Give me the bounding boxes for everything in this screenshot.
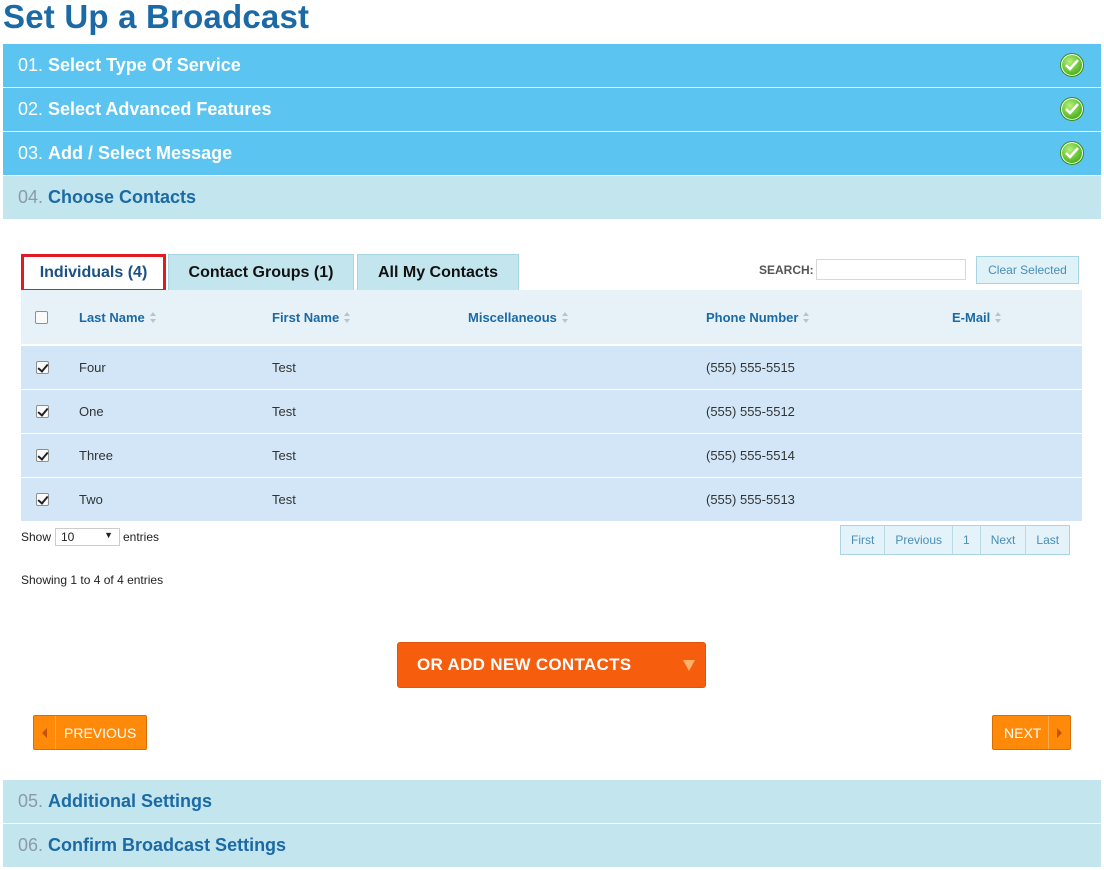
table-header: Last Name First Name Miscellaneous Phone… <box>21 290 1082 346</box>
select-value: 10 <box>61 530 75 544</box>
table-row[interactable]: Three Test (555) 555-5514 <box>21 434 1082 478</box>
contacts-table: Last Name First Name Miscellaneous Phone… <box>21 290 1082 522</box>
cell-last-name: Four <box>79 360 106 375</box>
step-2-header[interactable]: 02. Select Advanced Features <box>3 88 1101 131</box>
step-label: Additional Settings <box>48 791 213 811</box>
step-number: 02. <box>18 99 44 119</box>
sort-icon <box>561 312 569 323</box>
step-label: Add / Select Message <box>48 143 233 163</box>
button-label: OR ADD NEW CONTACTS <box>417 655 632 674</box>
cell-phone: (555) 555-5513 <box>706 492 795 507</box>
select-all-checkbox[interactable] <box>35 311 48 324</box>
table-row[interactable]: Four Test (555) 555-5515 <box>21 346 1082 390</box>
page-previous-button[interactable]: Previous <box>885 526 954 554</box>
clear-selected-button[interactable]: Clear Selected <box>976 256 1079 284</box>
column-phone-number[interactable]: Phone Number <box>706 310 810 325</box>
tab-contact-groups[interactable]: Contact Groups (1) <box>168 254 354 291</box>
column-miscellaneous[interactable]: Miscellaneous <box>468 310 569 325</box>
column-label: Phone Number <box>706 310 799 325</box>
check-icon <box>1060 141 1084 165</box>
step-label: Select Type Of Service <box>48 55 241 75</box>
next-button[interactable]: NEXT <box>992 715 1071 750</box>
column-label: Miscellaneous <box>468 310 557 325</box>
step-3-header[interactable]: 03. Add / Select Message <box>3 132 1101 175</box>
table-row[interactable]: One Test (555) 555-5512 <box>21 390 1082 434</box>
sort-icon <box>995 312 1002 323</box>
pagination: First Previous 1 Next Last <box>840 525 1071 555</box>
cell-first-name: Test <box>272 360 296 375</box>
dropdown-arrow-icon: ▼ <box>104 530 113 540</box>
check-icon <box>1060 53 1084 77</box>
cell-first-name: Test <box>272 448 296 463</box>
sort-icon <box>803 312 810 323</box>
step-label: Select Advanced Features <box>48 99 272 119</box>
tab-all-my-contacts[interactable]: All My Contacts <box>357 254 519 291</box>
column-last-name[interactable]: Last Name <box>79 310 157 325</box>
cell-last-name: One <box>79 404 104 419</box>
sort-icon <box>344 312 351 323</box>
step-6-header[interactable]: 06. Confirm Broadcast Settings <box>3 824 1101 867</box>
column-label: E-Mail <box>952 310 991 325</box>
step-4-header[interactable]: 04. Choose Contacts <box>3 176 1101 219</box>
row-checkbox[interactable] <box>36 449 49 462</box>
sort-icon <box>149 312 157 323</box>
step-number: 03. <box>18 143 44 163</box>
button-label: NEXT <box>1004 724 1042 741</box>
row-checkbox[interactable] <box>36 405 49 418</box>
step-number: 06. <box>18 835 44 855</box>
button-label: PREVIOUS <box>64 724 137 741</box>
page-title: Set Up a Broadcast <box>3 0 310 35</box>
page-next-button[interactable]: Next <box>981 526 1027 554</box>
step-5-header[interactable]: 05. Additional Settings <box>3 780 1101 823</box>
column-label: First Name <box>272 310 340 325</box>
search-label: SEARCH: <box>759 263 814 277</box>
dropdown-arrow-icon <box>683 660 695 671</box>
row-checkbox[interactable] <box>36 361 49 374</box>
cell-first-name: Test <box>272 492 296 507</box>
search-input[interactable] <box>816 259 966 280</box>
add-new-contacts-button[interactable]: OR ADD NEW CONTACTS <box>397 642 706 688</box>
cell-phone: (555) 555-5514 <box>706 448 795 463</box>
cell-last-name: Three <box>79 448 113 463</box>
cell-phone: (555) 555-5512 <box>706 404 795 419</box>
column-email[interactable]: E-Mail <box>952 310 1002 325</box>
step-number: 04. <box>18 187 44 207</box>
entries-label: entries <box>123 530 160 544</box>
page-number-button[interactable]: 1 <box>953 526 981 554</box>
caret-right-icon <box>1048 716 1070 749</box>
entries-per-page-select[interactable]: 10 ▼ <box>55 528 120 546</box>
page-last-button[interactable]: Last <box>1026 526 1069 554</box>
cell-last-name: Two <box>79 492 103 507</box>
row-checkbox[interactable] <box>36 493 49 506</box>
step-1-header[interactable]: 01. Select Type Of Service <box>3 44 1101 87</box>
cell-phone: (555) 555-5515 <box>706 360 795 375</box>
step-number: 01. <box>18 55 44 75</box>
check-icon <box>1060 97 1084 121</box>
previous-button[interactable]: PREVIOUS <box>33 715 147 750</box>
step-label: Choose Contacts <box>48 187 197 207</box>
column-label: Last Name <box>79 310 145 325</box>
cell-first-name: Test <box>272 404 296 419</box>
step-label: Confirm Broadcast Settings <box>48 835 287 855</box>
show-label: Show <box>21 530 52 544</box>
column-first-name[interactable]: First Name <box>272 310 351 325</box>
table-info: Showing 1 to 4 of 4 entries <box>21 573 164 587</box>
table-row[interactable]: Two Test (555) 555-5513 <box>21 478 1082 522</box>
step-number: 05. <box>18 791 44 811</box>
tab-individuals[interactable]: Individuals (4) <box>21 254 166 292</box>
page-first-button[interactable]: First <box>841 526 886 554</box>
caret-left-icon <box>34 716 56 749</box>
